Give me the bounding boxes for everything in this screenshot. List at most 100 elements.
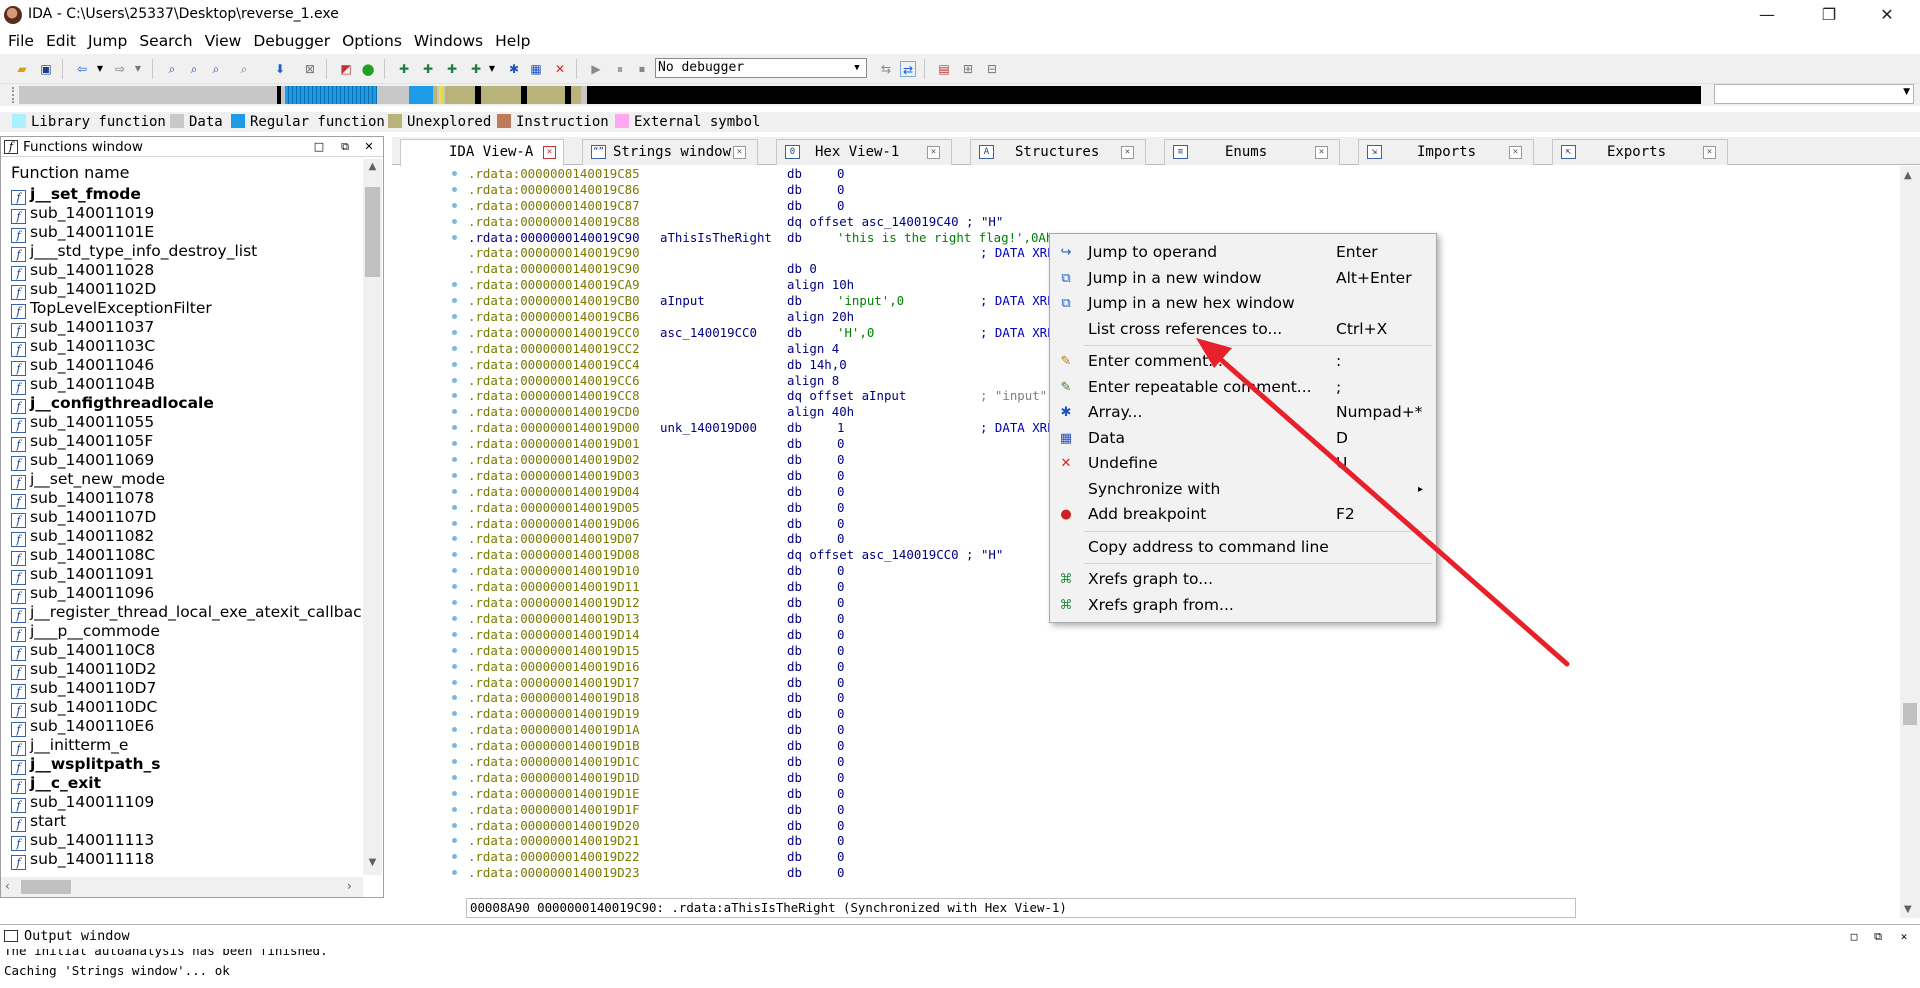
disasm-line[interactable]: .rdata:0000000140019D1C db 0 <box>392 754 1492 770</box>
function-name-column-header[interactable]: Function name <box>11 163 130 182</box>
function-list-item[interactable]: f j__wsplitpath_s <box>11 755 363 775</box>
function-list-item[interactable]: f sub_1400110E6 <box>11 717 363 737</box>
back-dropdown-icon[interactable]: ▼ <box>92 61 108 77</box>
pause-debug-icon[interactable]: ⏸ <box>612 61 628 77</box>
navigator-band[interactable] <box>19 86 1701 104</box>
function-list-item[interactable]: f sub_140011037 <box>11 318 363 338</box>
function-list-item[interactable]: f sub_140011069 <box>11 451 363 471</box>
forward-icon[interactable]: ⇨ <box>112 61 128 77</box>
function-list-item[interactable]: f sub_1400110D2 <box>11 660 363 680</box>
disasm-line[interactable]: .rdata:0000000140019D1A db 0 <box>392 722 1492 738</box>
save-icon[interactable]: ▣ <box>38 61 54 77</box>
search-next-icon[interactable]: ⌕ <box>236 61 252 77</box>
function-list-item[interactable]: f j__c_exit <box>11 774 363 794</box>
close-tab-icon[interactable]: ✕ <box>1703 146 1716 159</box>
menu-options[interactable]: Options <box>338 30 406 52</box>
back-icon[interactable]: ⇦ <box>74 61 90 77</box>
scroll-up-icon[interactable]: ▲ <box>1904 170 1912 181</box>
function-list-item[interactable]: f sub_140011019 <box>11 204 363 224</box>
data-dropdown-icon[interactable]: ▼ <box>484 61 500 77</box>
disasm-line[interactable]: .rdata:0000000140019D16 db 0 <box>392 659 1492 675</box>
breakpoints-icon[interactable]: ▤ <box>936 61 952 77</box>
context-menu-item-synchronize-with[interactable]: Synchronize with ▸ <box>1052 477 1434 502</box>
context-menu-item-list-cross-references-to[interactable]: List cross references to... Ctrl+X <box>1052 317 1434 342</box>
scroll-right-icon[interactable]: › <box>347 879 352 893</box>
function-list-item[interactable]: f sub_140011046 <box>11 356 363 376</box>
scroll-down-icon[interactable]: ▼ <box>1904 904 1912 915</box>
menu-debugger[interactable]: Debugger <box>249 30 334 52</box>
bpt-add-icon[interactable]: ⊞ <box>960 61 976 77</box>
menu-jump[interactable]: Jump <box>84 30 131 52</box>
disasm-line[interactable]: .rdata:0000000140019C86 db 0 <box>392 182 1492 198</box>
function-list-item[interactable]: f sub_14001107D <box>11 508 363 528</box>
function-list-item[interactable]: f sub_140011096 <box>11 584 363 604</box>
float-pane-icon[interactable]: ⧉ <box>1870 929 1886 945</box>
context-menu-item-add-breakpoint[interactable]: ● Add breakpoint F2 <box>1052 502 1434 527</box>
array-tool-icon[interactable]: ✱ <box>506 61 522 77</box>
jump-down-icon[interactable]: ⬇ <box>272 61 288 77</box>
debugger-select[interactable]: No debugger ▼ <box>655 58 867 78</box>
function-list-item[interactable]: f sub_140011082 <box>11 527 363 547</box>
tab-imports[interactable]: ⇲ Imports ✕ <box>1358 139 1534 165</box>
function-list-item[interactable]: f j___p__commode <box>11 622 363 642</box>
navigator-combo[interactable]: ▼ <box>1714 84 1914 104</box>
disassembly-vertical-scrollbar[interactable]: ▲ ▼ <box>1900 166 1920 918</box>
disasm-line[interactable]: .rdata:0000000140019D1D db 0 <box>392 770 1492 786</box>
function-list-item[interactable]: f j__initterm_e <box>11 736 363 756</box>
function-list-item[interactable]: f j__configthreadlocale <box>11 394 363 414</box>
close-tab-icon[interactable]: ✕ <box>927 146 940 159</box>
menu-view[interactable]: View <box>201 30 246 52</box>
disasm-line[interactable]: .rdata:0000000140019D1E db 0 <box>392 786 1492 802</box>
function-list-item[interactable]: f sub_140011091 <box>11 565 363 585</box>
function-list-item[interactable]: f sub_14001101E <box>11 223 363 243</box>
tab-exports[interactable]: ⇱ Exports ✕ <box>1552 139 1728 165</box>
undefine-tool-icon[interactable]: ✕ <box>552 61 568 77</box>
function-list-item[interactable]: f sub_1400110D7 <box>11 679 363 699</box>
tab-strings-window[interactable]: “” Strings window ✕ <box>582 139 758 165</box>
function-list-item[interactable]: f j__set_new_mode <box>11 470 363 490</box>
context-menu-item-xrefs-graph-to[interactable]: ⌘ Xrefs graph to... <box>1052 567 1434 592</box>
graph-icon[interactable]: ◩ <box>338 61 354 77</box>
disasm-line[interactable]: .rdata:0000000140019D18 db 0 <box>392 690 1492 706</box>
scroll-down-icon[interactable]: ▼ <box>363 857 382 873</box>
function-list-item[interactable]: f j__set_fmode <box>11 185 363 205</box>
disasm-line[interactable]: .rdata:0000000140019D17 db 0 <box>392 675 1492 691</box>
close-tab-icon[interactable]: ✕ <box>543 146 556 159</box>
context-menu-item-undefine[interactable]: ✕ Undefine U <box>1052 451 1434 476</box>
context-menu-item-jump-to-operand[interactable]: ↪ Jump to operand Enter <box>1052 240 1434 265</box>
function-list-item[interactable]: f sub_1400110C8 <box>11 641 363 661</box>
grip-handle[interactable] <box>12 87 16 103</box>
disasm-line[interactable]: .rdata:0000000140019D1F db 0 <box>392 802 1492 818</box>
disasm-line[interactable]: .rdata:0000000140019D22 db 0 <box>392 849 1492 865</box>
close-tab-icon[interactable]: ✕ <box>733 146 746 159</box>
functions-vertical-scrollbar[interactable]: ▲ ▼ <box>363 159 382 875</box>
disasm-line[interactable]: .rdata:0000000140019D1B db 0 <box>392 738 1492 754</box>
forward-dropdown-icon[interactable]: ▼ <box>130 61 146 77</box>
function-list-item[interactable]: f sub_140011118 <box>11 850 363 870</box>
menu-help[interactable]: Help <box>491 30 534 52</box>
struct-tool-icon[interactable]: ▦ <box>528 61 544 77</box>
close-pane-icon[interactable]: ✕ <box>1896 929 1912 945</box>
function-list-item[interactable]: f start <box>11 812 363 832</box>
context-menu-item-jump-in-a-new-window[interactable]: ⧉ Jump in a new window Alt+Enter <box>1052 266 1434 291</box>
scroll-up-icon[interactable]: ▲ <box>363 161 382 177</box>
open-file-icon[interactable]: ▰ <box>14 61 30 77</box>
close-tab-icon[interactable]: ✕ <box>1509 146 1522 159</box>
minimize-button[interactable]: — <box>1744 0 1790 30</box>
function-list-item[interactable]: f sub_1400110DC <box>11 698 363 718</box>
restore-pane-icon[interactable]: □ <box>1846 929 1862 945</box>
search-binary-icon[interactable]: ⌕ <box>186 61 202 77</box>
make-code-icon[interactable]: ✚ <box>444 61 460 77</box>
function-list-item[interactable]: f sub_14001105F <box>11 432 363 452</box>
function-list-item[interactable]: f sub_14001102D <box>11 280 363 300</box>
scroll-thumb[interactable] <box>1903 703 1917 725</box>
search-text-icon[interactable]: ⌕ <box>164 61 180 77</box>
context-menu-item-copy-address-to-command-line[interactable]: Copy address to command line <box>1052 535 1434 560</box>
start-debug-icon[interactable]: ▶ <box>588 61 604 77</box>
disasm-line[interactable]: .rdata:0000000140019D15 db 0 <box>392 643 1492 659</box>
stop-debug-icon[interactable]: ⏹ <box>634 61 650 77</box>
scroll-thumb[interactable] <box>365 187 380 277</box>
disasm-line[interactable]: .rdata:0000000140019D20 db 0 <box>392 818 1492 834</box>
step-over-icon[interactable]: ⇄ <box>900 61 916 77</box>
scroll-left-icon[interactable]: ‹ <box>5 879 10 893</box>
